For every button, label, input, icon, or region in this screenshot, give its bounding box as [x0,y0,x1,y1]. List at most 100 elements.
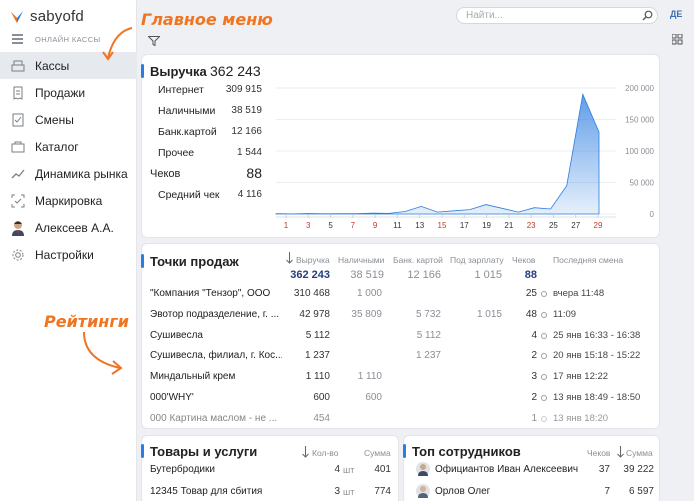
sidebar-item-label: Настройки [35,247,94,262]
y-tick-label: 50 000 [630,179,655,188]
sidebar-item-settings[interactable]: Настройки [0,241,137,268]
search-icon[interactable] [642,10,653,21]
sidebar-item-marking[interactable]: Маркировка [0,187,137,214]
sidebar-item-sales[interactable]: Продажи [0,79,137,106]
sidebar-item-label: Маркировка [35,193,103,208]
x-tick-label: 13 [415,221,424,230]
total-checks: 88 [524,269,537,281]
goods-row-name[interactable]: Бутербродики [150,464,215,475]
y-tick-label: 200 000 [625,84,654,93]
sort-arrow-icon[interactable] [286,252,293,264]
revenue-row-value: 309 915 [225,84,262,95]
staff-row-name[interactable]: Официантов Иван Алексеевич [435,464,578,475]
accent-bar [141,254,144,268]
receipt-icon [11,86,25,100]
revenue-row-value: 12 166 [231,126,262,137]
sidebar-item-label: Динамика рынка [35,166,128,181]
point-name[interactable]: 000'WHY' [150,392,282,403]
point-last-shift: 11:09 [553,308,577,320]
filter-icon[interactable] [148,36,160,46]
shift-status-icon [541,311,547,318]
point-name[interactable]: Эвотор подразделение, г. ... [150,309,282,320]
nav-list: Кассы Продажи Смены Каталог Динамика рын… [0,52,137,268]
goods-row-sum: 401 [374,464,391,475]
point-name[interactable]: 000 Картина маслом - не ... [150,413,282,424]
search-placeholder: Найти... [466,10,503,21]
total-salary: 1 015 [474,269,502,281]
shift-status-icon [541,353,547,360]
annotation-arrow-icon [83,331,123,375]
goods-row-qty: 4 [334,464,340,475]
point-revenue: 42 978 [299,308,330,320]
goods-row-sum: 774 [374,486,391,497]
goods-row-name[interactable]: 12345 Товар для сбития [150,486,262,497]
accent-bar [141,444,144,458]
points-title: Точки продаж [150,254,239,269]
col-header-qty[interactable]: Кол-во [312,448,338,458]
point-name[interactable]: "Компания "Тензор", ООО [150,288,282,299]
col-header-sum[interactable]: Сумма [364,448,391,458]
points-card: Точки продаж Выручка Наличными Банк. кар… [141,243,660,429]
sidebar-item-shifts[interactable]: Смены [0,106,137,133]
point-revenue: 1 237 [304,350,330,362]
col-header-card[interactable]: Банк. картой [393,255,443,265]
col-header-last-shift[interactable]: Последняя смена [553,255,623,265]
staff-card: Топ сотрудников Чеков Сумма Официантов И… [403,435,660,501]
col-header-checks[interactable]: Чеков [587,448,610,458]
point-name[interactable]: Миндальный крем [150,371,282,382]
sidebar-item-profile[interactable]: Алексеев А.А. [0,214,137,241]
x-tick-label: 3 [306,221,311,230]
x-tick-label: 25 [549,221,558,230]
goods-row-unit: шт [343,465,355,475]
col-header-sum[interactable]: Сумма [626,448,653,458]
point-checks: 2 [531,350,537,362]
total-cash: 38 519 [350,269,384,281]
sidebar-item-market[interactable]: Динамика рынка [0,160,137,187]
sort-arrow-icon[interactable] [302,446,309,458]
search-input[interactable]: Найти... [456,7,658,24]
x-tick-label: 1 [284,221,289,230]
hamburger-icon[interactable] [12,34,23,46]
revenue-card: Выручка 362 243 Интернет 309 915 Наличны… [141,54,660,238]
x-tick-label: 15 [438,221,447,230]
x-tick-label: 17 [460,221,469,230]
cash-register-icon [11,59,25,73]
menu-caption: ОНЛАЙН КАССЫ [35,35,101,44]
revenue-total: 362 243 [210,63,261,79]
x-tick-label: 7 [351,221,356,230]
point-checks: 48 [525,308,537,320]
logo-text: sabyofd [30,8,84,25]
x-tick-label: 29 [594,221,603,230]
staff-row-checks: 37 [598,464,610,475]
staff-row-checks: 7 [604,486,610,497]
point-name[interactable]: Сушивесла, филиал, г. Кос... [150,350,282,361]
x-tick-label: 27 [571,221,580,230]
grid-view-icon[interactable] [672,34,683,45]
point-revenue: 600 [313,392,330,403]
revenue-row-label: Прочее [158,147,195,159]
sidebar-item-catalog[interactable]: Каталог [0,133,137,160]
shift-status-icon [541,415,547,422]
point-salary: 1 015 [476,308,502,320]
point-last-shift: вчера 11:48 [553,288,605,299]
staff-row-sum: 39 222 [623,464,654,475]
shift-icon [11,113,25,127]
point-name[interactable]: Сушивесла [150,330,282,341]
staff-row-name[interactable]: Орлов Олег [435,486,490,497]
col-header-salary[interactable]: Под зарплату [450,255,504,265]
language-button[interactable]: ДЕ [670,9,682,19]
point-revenue: 454 [313,412,330,424]
x-tick-label: 9 [373,221,378,230]
sort-arrow-icon[interactable] [617,446,624,458]
goods-row-unit: шт [343,487,355,497]
point-card: 5 732 [415,308,441,320]
sidebar-item-label: Смены [35,112,74,127]
revenue-chart: 200 000150 000100 00050 00001 3 5 7 9 11 13 15 1… [275,84,655,230]
avatar [416,484,430,498]
col-header-checks[interactable]: Чеков [512,255,535,265]
x-tick-label: 19 [482,221,491,230]
point-checks: 4 [531,329,537,341]
col-header-cash[interactable]: Наличными [338,255,384,265]
col-header-revenue[interactable]: Выручка [296,255,330,265]
logo[interactable]: sabyofd [10,8,84,25]
